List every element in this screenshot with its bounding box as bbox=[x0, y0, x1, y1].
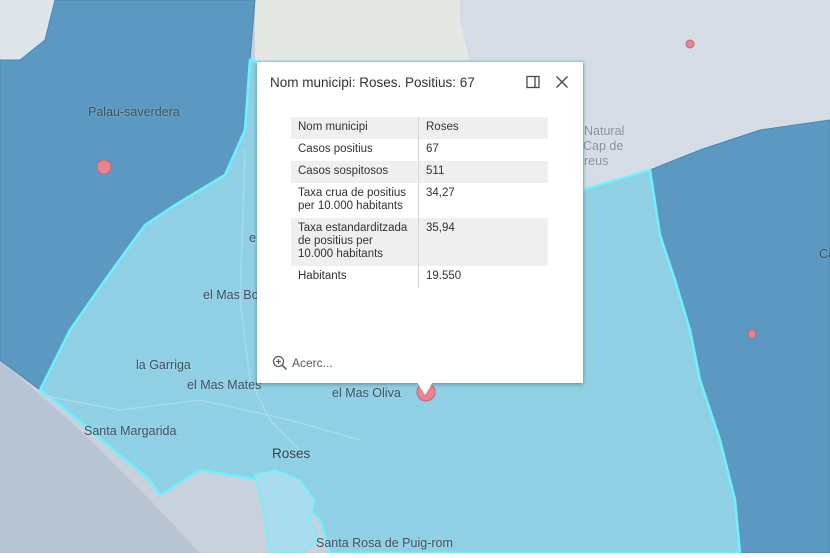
place-label-creus: reus bbox=[584, 154, 609, 168]
place-label-el-mas-oliva: el Mas Oliva bbox=[332, 386, 401, 400]
place-label-cap-de: Cap de bbox=[583, 139, 624, 153]
attribute-field: Taxa estandarditzada de positius per 10.… bbox=[291, 218, 419, 266]
attribute-row: Taxa estandarditzada de positius per 10.… bbox=[291, 218, 548, 266]
land-area-north bbox=[255, 0, 470, 62]
attribute-field: Habitants bbox=[291, 266, 419, 288]
close-button[interactable] bbox=[553, 73, 571, 91]
place-label-fragment-ca: Ca bbox=[819, 247, 830, 261]
zoom-to-button[interactable]: Acerc... bbox=[272, 355, 333, 371]
place-label-roses: Roses bbox=[272, 446, 311, 461]
attribute-table: Nom municipi Roses Casos positius 67 Casos s… bbox=[291, 117, 548, 288]
attribute-row: Casos sospitosos 511 bbox=[291, 161, 548, 183]
case-marker[interactable] bbox=[96, 159, 112, 175]
popup-title: Nom municipi: Roses. Positius: 67 bbox=[270, 75, 475, 90]
attribute-value: Roses bbox=[418, 117, 548, 139]
case-marker[interactable] bbox=[747, 329, 757, 339]
dock-button[interactable] bbox=[525, 74, 541, 90]
attribute-value: 34,27 bbox=[418, 183, 548, 218]
attribute-field: Taxa crua de positius per 10.000 habitan… bbox=[291, 183, 419, 218]
attribute-field: Casos sospitosos bbox=[291, 161, 419, 183]
place-label-santa-rosa: Santa Rosa de Puig-rom bbox=[316, 536, 453, 550]
place-label-natural: Natural bbox=[584, 124, 625, 138]
feature-popup: Nom municipi: Roses. Positius: 67 Nom mu… bbox=[257, 62, 583, 383]
place-label-fragment: e bbox=[249, 231, 256, 245]
attribute-value: 35,94 bbox=[418, 218, 548, 266]
attribute-row: Nom municipi Roses bbox=[291, 117, 548, 139]
attribute-value: 19.550 bbox=[418, 266, 548, 288]
attribute-row: Taxa crua de positius per 10.000 habitan… bbox=[291, 183, 548, 218]
place-label-santa-margarida: Santa Margarida bbox=[84, 424, 177, 438]
place-label-palau-saverdera: Palau-saverdera bbox=[88, 105, 180, 119]
case-marker[interactable] bbox=[685, 39, 695, 49]
zoom-to-label: Acerc... bbox=[292, 356, 333, 370]
attribute-value: 511 bbox=[418, 161, 548, 183]
place-label-el-mas-bo: el Mas Bo bbox=[203, 288, 259, 302]
place-label-la-garriga: la Garriga bbox=[136, 358, 191, 372]
attribute-field: Nom municipi bbox=[291, 117, 419, 139]
close-icon bbox=[556, 76, 568, 88]
attribute-row: Habitants 19.550 bbox=[291, 266, 548, 288]
attribute-field: Casos positius bbox=[291, 139, 419, 161]
attribute-value: 67 bbox=[418, 139, 548, 161]
zoom-in-icon bbox=[272, 355, 288, 371]
dock-icon bbox=[526, 75, 540, 89]
popup-pointer bbox=[417, 382, 433, 395]
place-label-el-mas-mates: el Mas Mates bbox=[187, 378, 262, 392]
attribute-row: Casos positius 67 bbox=[291, 139, 548, 161]
